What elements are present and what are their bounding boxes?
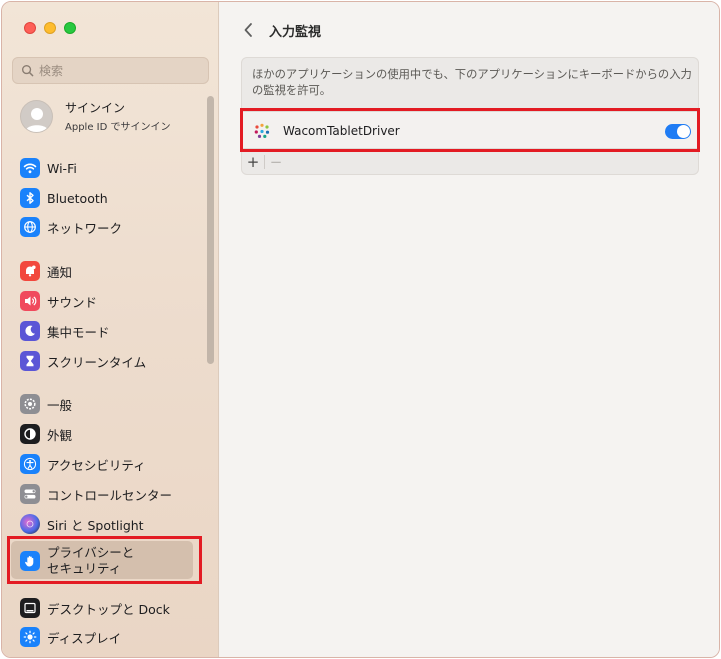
sidebar-item-label: サウンド (47, 294, 98, 310)
hand-icon (20, 551, 40, 571)
sidebar-item-label: ネットワーク (47, 220, 123, 236)
sidebar: サインイン Apple ID でサインイン Wi-Fi Bluetooth ネッ… (2, 2, 219, 657)
appearance-icon (20, 424, 40, 444)
person-icon (24, 107, 49, 132)
gear-icon (20, 394, 40, 414)
sidebar-item-desktop-dock[interactable]: デスクトップと Dock (20, 596, 198, 620)
search-icon (21, 64, 34, 77)
globe-icon (20, 217, 40, 237)
sidebar-item-accessibility[interactable]: アクセシビリティ (20, 452, 198, 476)
account-subtitle: Apple ID でサインイン (65, 122, 171, 133)
sidebar-item-displays[interactable]: ディスプレイ (20, 625, 198, 649)
list-actions: + − (242, 151, 287, 173)
main-content: 入力監視 ほかのアプリケーションの使用中でも、下のアプリケーションにキーボードか… (220, 2, 719, 657)
brightness-icon (20, 627, 40, 647)
bluetooth-icon (20, 188, 40, 208)
wacom-app-icon (254, 123, 270, 138)
sidebar-item-label: コントロールセンター (47, 487, 173, 503)
account-signin[interactable]: サインイン Apple ID でサインイン (20, 99, 170, 133)
window-controls (24, 22, 76, 34)
moon-icon (20, 321, 40, 341)
dock-icon (20, 598, 40, 618)
sidebar-item-label: アクセシビリティ (47, 457, 146, 473)
sidebar-scrollbar[interactable] (207, 96, 214, 364)
sidebar-item-label: 一般 (47, 397, 73, 413)
sidebar-item-privacy-security[interactable]: プライバシーと セキュリティ (20, 545, 198, 577)
sidebar-item-label: Bluetooth (47, 190, 108, 206)
input-monitoring-panel: ほかのアプリケーションの使用中でも、下のアプリケーションにキーボードからの入力の… (241, 57, 699, 175)
app-row-wacom[interactable]: WacomTabletDriver (242, 111, 698, 149)
sidebar-item-network[interactable]: ネットワーク (20, 215, 198, 239)
add-app-button[interactable]: + (242, 153, 264, 171)
sidebar-item-label: デスクトップと Dock (47, 601, 170, 617)
toggle-knob (677, 125, 690, 138)
sidebar-item-label: スクリーンタイム (47, 354, 147, 370)
chevron-left-icon (244, 23, 252, 37)
system-settings-window: サインイン Apple ID でサインイン Wi-Fi Bluetooth ネッ… (1, 1, 720, 658)
sidebar-item-label: Siri と Spotlight (47, 517, 144, 533)
page-title: 入力監視 (269, 25, 322, 40)
wacom-toggle[interactable] (665, 124, 691, 139)
speaker-icon (20, 291, 40, 311)
sidebar-item-wifi[interactable]: Wi-Fi (20, 156, 198, 180)
sidebar-item-label: セキュリティ (47, 561, 122, 576)
siri-icon (20, 514, 40, 534)
hourglass-icon (20, 351, 40, 371)
sidebar-item-label: 集中モード (47, 324, 110, 340)
sidebar-item-label: Wi-Fi (47, 160, 77, 176)
back-button[interactable] (238, 19, 258, 41)
sidebar-item-control-center[interactable]: コントロールセンター (20, 482, 198, 506)
sidebar-item-label: プライバシーと (47, 545, 135, 560)
wifi-icon (20, 158, 40, 178)
sidebar-item-focus[interactable]: 集中モード (20, 319, 198, 343)
permission-description: ほかのアプリケーションの使用中でも、下のアプリケーションにキーボードからの入力の… (252, 68, 692, 97)
zoom-window-button[interactable] (64, 22, 76, 34)
sidebar-item-general[interactable]: 一般 (20, 392, 198, 416)
bell-icon (20, 261, 40, 281)
sidebar-item-appearance[interactable]: 外観 (20, 422, 198, 446)
search-field[interactable] (12, 57, 209, 84)
accessibility-icon (20, 454, 40, 474)
app-name: WacomTabletDriver (283, 124, 400, 138)
sidebar-item-sound[interactable]: サウンド (20, 289, 198, 313)
avatar (20, 99, 53, 133)
sidebar-item-notifications[interactable]: 通知 (20, 259, 198, 283)
minimize-window-button[interactable] (44, 22, 56, 34)
sidebar-item-label: ディスプレイ (47, 630, 122, 646)
sidebar-item-bluetooth[interactable]: Bluetooth (20, 186, 198, 210)
sidebar-item-label: 通知 (47, 264, 73, 280)
sidebar-item-screen-time[interactable]: スクリーンタイム (20, 349, 198, 373)
switches-icon (20, 484, 40, 504)
close-window-button[interactable] (24, 22, 36, 34)
sidebar-item-label: 外観 (47, 427, 73, 443)
sidebar-item-siri-spotlight[interactable]: Siri と Spotlight (20, 512, 198, 536)
account-name: サインイン (65, 101, 126, 115)
remove-app-button[interactable]: − (265, 153, 287, 171)
search-input[interactable] (39, 63, 199, 78)
